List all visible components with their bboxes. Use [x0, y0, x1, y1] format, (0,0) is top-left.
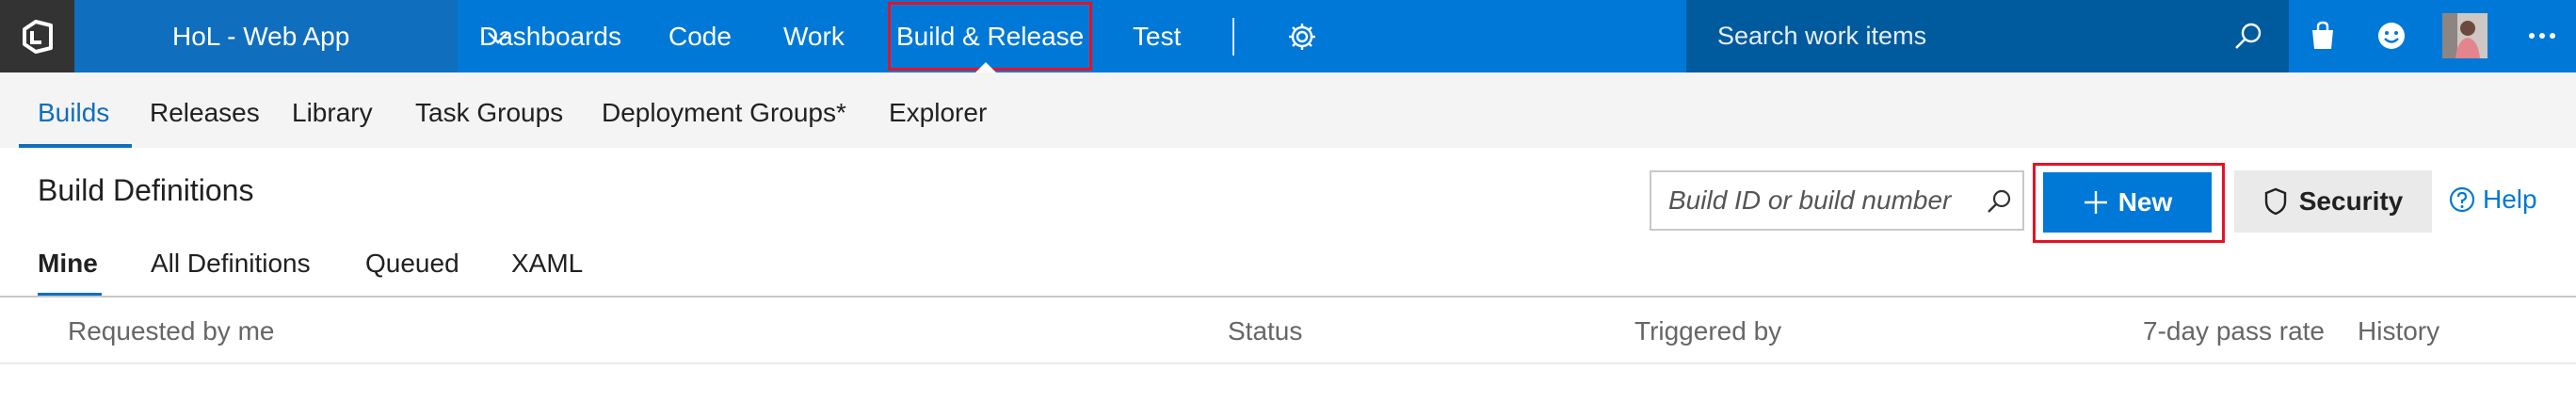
more-ellipsis-icon[interactable] [2525, 19, 2559, 53]
column-triggered-by[interactable]: Triggered by [1634, 316, 1781, 346]
new-button-label: New [2117, 187, 2173, 217]
column-pass-rate[interactable]: 7-day pass rate [2143, 316, 2325, 346]
subnav-explorer[interactable]: Explorer [889, 72, 987, 148]
nav-code[interactable]: Code [668, 0, 732, 72]
pivot-divider [0, 296, 2576, 297]
build-search-box[interactable] [1650, 170, 2024, 231]
subnav-task-groups[interactable]: Task Groups [415, 72, 563, 148]
subnav-library[interactable]: Library [292, 72, 373, 148]
vsts-logo-icon[interactable] [0, 0, 74, 72]
search-placeholder: Search work items [1717, 22, 1927, 50]
security-button[interactable]: Security [2234, 170, 2432, 233]
top-navigation-bar: HoL - Web App Dashboards Code Work Build… [0, 0, 2576, 72]
pivot-mine[interactable]: Mine [38, 249, 98, 279]
pivot-queued[interactable]: Queued [365, 249, 459, 279]
marketplace-bag-icon[interactable] [2306, 19, 2340, 53]
security-button-label: Security [2298, 186, 2404, 216]
search-work-items[interactable]: Search work items [1686, 0, 2289, 72]
column-history[interactable]: History [2358, 316, 2439, 346]
nav-dashboards[interactable]: Dashboards [479, 0, 621, 72]
help-link[interactable]: Help [2449, 185, 2537, 215]
new-definition-button[interactable]: New [2043, 172, 2212, 233]
project-selector[interactable]: HoL - Web App [74, 0, 508, 72]
smiley-feedback-icon[interactable] [2375, 19, 2408, 53]
grid-header-divider [0, 362, 2576, 364]
subnav-selected-indicator [19, 144, 132, 148]
shield-icon [2264, 187, 2286, 216]
avatar[interactable] [2442, 13, 2487, 58]
pivot-xaml[interactable]: XAML [511, 249, 583, 279]
build-search-input[interactable] [1668, 182, 1960, 219]
subnav-deployment-groups[interactable]: Deployment Groups* [602, 72, 846, 148]
help-label: Help [2483, 185, 2537, 214]
column-requested-by-me[interactable]: Requested by me [68, 316, 274, 346]
gear-icon[interactable] [1286, 21, 1318, 53]
nav-work[interactable]: Work [783, 0, 845, 72]
subnav-builds[interactable]: Builds [38, 72, 109, 148]
page-title: Build Definitions [38, 173, 254, 207]
search-icon[interactable] [1985, 187, 2013, 216]
pivot-all-definitions[interactable]: All Definitions [151, 249, 311, 279]
nav-divider [1232, 18, 1234, 56]
nav-test[interactable]: Test [1133, 0, 1181, 72]
help-icon [2449, 186, 2475, 213]
nav-build-release[interactable]: Build & Release [888, 2, 1093, 71]
subnav-releases[interactable]: Releases [150, 72, 260, 148]
active-nav-indicator [975, 62, 996, 72]
plus-icon [2084, 191, 2107, 214]
search-icon[interactable] [2232, 21, 2264, 53]
column-status[interactable]: Status [1228, 316, 1302, 346]
build-release-subnav: Builds Releases Library Task Groups Depl… [0, 72, 2576, 148]
project-name: HoL - Web App [172, 22, 350, 51]
